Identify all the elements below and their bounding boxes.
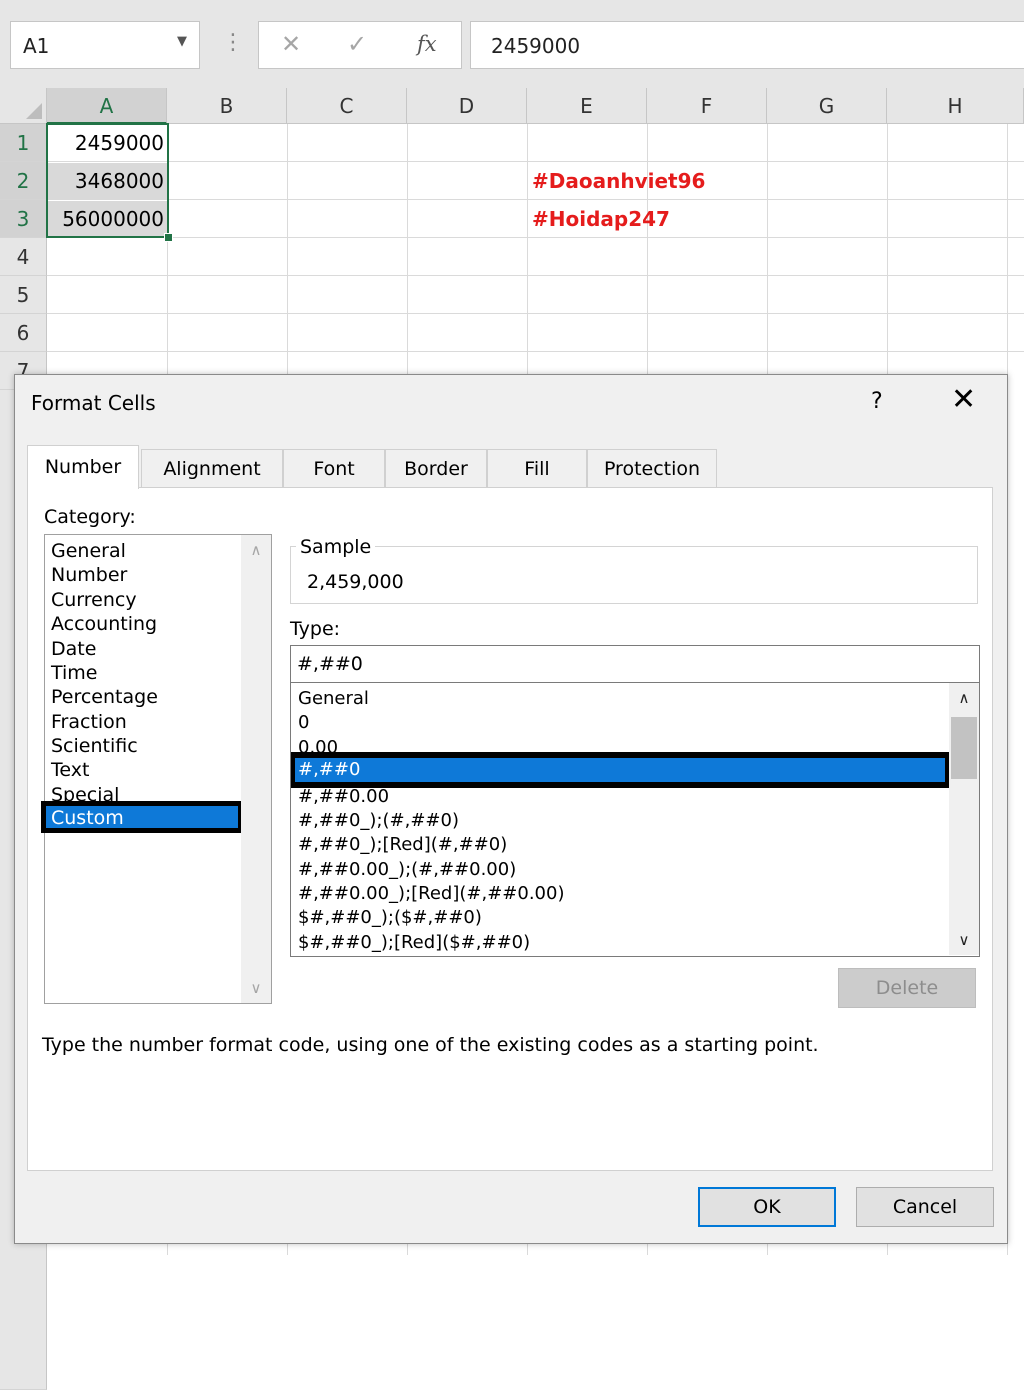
- selected-category[interactable]: Custom: [41, 801, 243, 833]
- name-box[interactable]: A1 ▼: [10, 21, 200, 69]
- list-item[interactable]: $#,##0_);[Red]($#,##0): [298, 932, 530, 954]
- drag-handle-icon[interactable]: ⋮: [222, 32, 244, 54]
- selected-category-label: Custom: [51, 807, 124, 829]
- tab-alignment[interactable]: Alignment: [141, 449, 283, 487]
- insert-function-icon[interactable]: fx: [417, 32, 437, 56]
- name-box-value: A1: [23, 34, 50, 58]
- column-header-d[interactable]: D: [407, 88, 527, 124]
- help-icon[interactable]: ?: [871, 389, 883, 414]
- category-label: Category:: [44, 506, 136, 528]
- list-item[interactable]: #,##0.00_);[Red](#,##0.00): [298, 883, 564, 905]
- tab-font[interactable]: Font: [283, 449, 385, 487]
- chevron-down-icon[interactable]: ∨: [241, 979, 271, 997]
- grid-line: [47, 313, 1024, 314]
- column-header-a[interactable]: A: [47, 88, 167, 124]
- row-header-2[interactable]: 2: [0, 162, 47, 200]
- cell-e2[interactable]: #Daoanhviet96: [532, 163, 705, 200]
- formula-input-value: 2459000: [491, 34, 581, 58]
- formula-buttons: ✕ ✓ fx: [258, 21, 462, 69]
- selected-type-label: #,##0: [298, 759, 361, 780]
- format-cells-dialog: Format Cells ? ✕ Number Alignment Font B…: [14, 374, 1008, 1244]
- number-tab-panel: Category: General Number Currency Accoun…: [27, 487, 993, 1171]
- list-item[interactable]: Time: [51, 662, 98, 684]
- row-header-4[interactable]: 4: [0, 238, 47, 276]
- sample-label: Sample: [296, 536, 376, 558]
- cell-e3[interactable]: #Hoidap247: [532, 201, 670, 238]
- list-item[interactable]: Accounting: [51, 613, 157, 635]
- grid-line: [47, 351, 1024, 352]
- category-scrollbar[interactable]: ∧ ∨: [241, 535, 271, 1003]
- formula-bar-area: A1 ▼ ⋮ ✕ ✓ fx 2459000: [0, 0, 1024, 88]
- list-item[interactable]: Number: [51, 564, 127, 586]
- column-header-h[interactable]: H: [887, 88, 1024, 124]
- type-input-value: #,##0: [297, 653, 363, 675]
- list-item[interactable]: Currency: [51, 589, 137, 611]
- sample-box: 2,459,000: [290, 546, 978, 604]
- row-header-5[interactable]: 5: [0, 276, 47, 314]
- list-item[interactable]: #,##0_);(#,##0): [298, 810, 459, 832]
- grid-line: [47, 161, 1024, 162]
- ok-button[interactable]: OK: [698, 1187, 836, 1227]
- type-scrollbar[interactable]: ∧ ∨: [949, 683, 979, 955]
- hint-text: Type the number format code, using one o…: [42, 1034, 819, 1056]
- grid-line: [47, 275, 1024, 276]
- row-header-3[interactable]: 3: [0, 200, 47, 238]
- cell-a3[interactable]: 56000000: [48, 201, 168, 238]
- chevron-down-icon[interactable]: ∨: [949, 931, 979, 949]
- tab-number[interactable]: Number: [27, 445, 139, 489]
- formula-input[interactable]: 2459000: [470, 21, 1024, 69]
- list-item[interactable]: #,##0_);[Red](#,##0): [298, 834, 507, 856]
- list-item[interactable]: $#,##0_);($#,##0): [298, 907, 482, 929]
- sample-value: 2,459,000: [307, 571, 404, 593]
- list-item[interactable]: Fraction: [51, 711, 127, 733]
- tab-protection[interactable]: Protection: [587, 449, 717, 487]
- select-all-button[interactable]: [0, 88, 47, 124]
- enter-icon[interactable]: ✓: [347, 30, 367, 58]
- row-header-1[interactable]: 1: [0, 124, 47, 162]
- list-item[interactable]: General: [51, 540, 126, 562]
- list-item[interactable]: Percentage: [51, 686, 158, 708]
- type-list[interactable]: General 0 0.00 #,##0.00 #,##0_);(#,##0) …: [290, 683, 980, 957]
- column-header-c[interactable]: C: [287, 88, 407, 124]
- fill-handle[interactable]: [164, 233, 173, 242]
- column-header-g[interactable]: G: [767, 88, 887, 124]
- row-header-6[interactable]: 6: [0, 314, 47, 352]
- list-item[interactable]: 0: [298, 712, 309, 734]
- cell-a1[interactable]: 2459000: [48, 125, 168, 162]
- list-item[interactable]: General: [298, 688, 369, 710]
- chevron-down-icon[interactable]: ▼: [177, 34, 187, 49]
- column-header-b[interactable]: B: [167, 88, 287, 124]
- close-icon[interactable]: ✕: [951, 385, 976, 415]
- cancel-icon[interactable]: ✕: [281, 30, 301, 58]
- type-label: Type:: [290, 618, 341, 640]
- column-header-e[interactable]: E: [527, 88, 647, 124]
- column-header-f[interactable]: F: [647, 88, 767, 124]
- list-item[interactable]: Text: [51, 759, 89, 781]
- list-item[interactable]: Scientific: [51, 735, 138, 757]
- list-item[interactable]: Date: [51, 638, 96, 660]
- selected-type[interactable]: #,##0: [291, 752, 951, 788]
- tab-border[interactable]: Border: [385, 449, 487, 487]
- type-input[interactable]: #,##0: [290, 645, 980, 683]
- chevron-up-icon[interactable]: ∧: [949, 689, 979, 707]
- tab-fill[interactable]: Fill: [487, 449, 587, 487]
- chevron-up-icon[interactable]: ∧: [241, 541, 271, 559]
- list-item[interactable]: #,##0.00_);(#,##0.00): [298, 859, 516, 881]
- scroll-thumb[interactable]: [951, 717, 977, 779]
- delete-button[interactable]: Delete: [838, 968, 976, 1008]
- cell-a2[interactable]: 3468000: [48, 163, 168, 200]
- dialog-title: Format Cells: [31, 391, 156, 415]
- category-list[interactable]: General Number Currency Accounting Date …: [41, 534, 272, 1004]
- cancel-button[interactable]: Cancel: [856, 1187, 994, 1227]
- list-item[interactable]: #,##0.00: [298, 786, 389, 808]
